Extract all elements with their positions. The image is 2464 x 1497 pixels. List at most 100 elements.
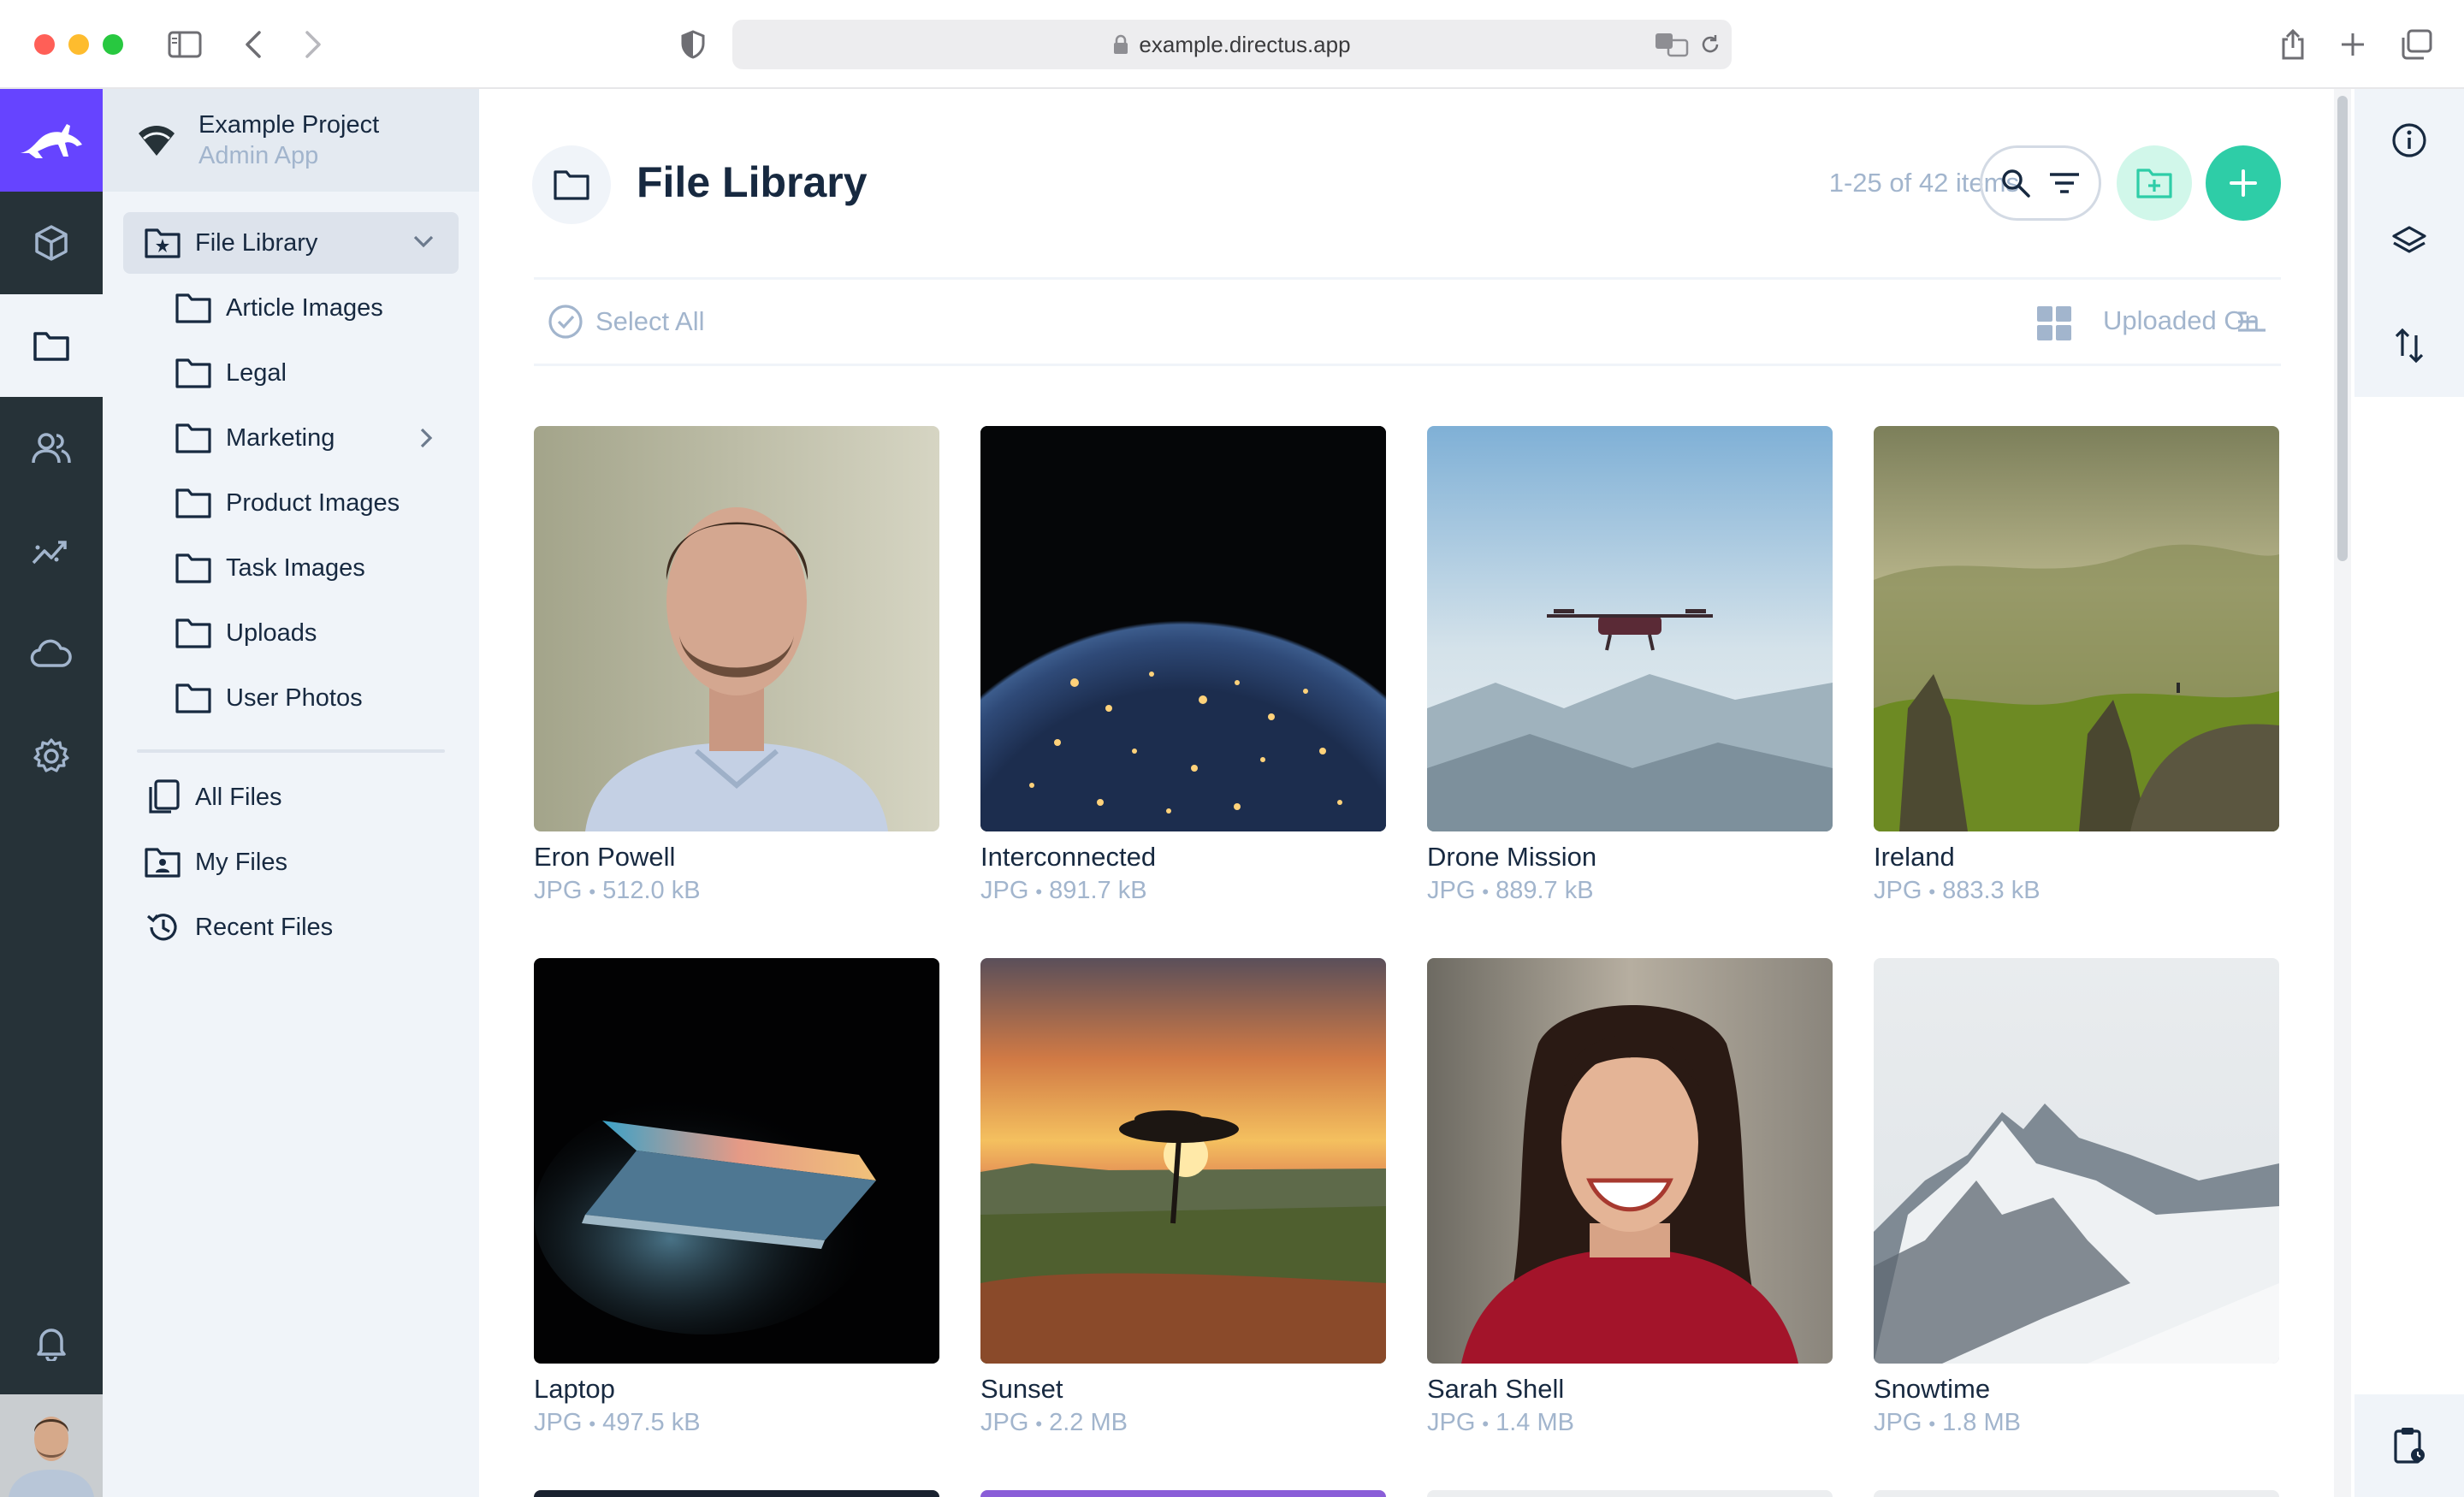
file-size: 1.8 MB [1942,1409,2021,1436]
file-title: Laptop [534,1374,615,1404]
folder-icon [175,419,212,457]
folder-label: User Photos [226,683,363,712]
grid-view-icon[interactable] [2036,305,2072,341]
file-card[interactable]: Interconnected JPG • 891.7 kB [980,426,1386,908]
chevron-right-icon[interactable] [419,427,433,449]
file-thumbnail [980,426,1386,831]
nav-folder-uploads[interactable]: Uploads [175,602,317,664]
nav-divider [137,749,445,753]
file-meta: JPG • 497.5 kB [534,1406,939,1441]
search-filter-group [1980,145,2101,221]
file-card[interactable]: Sunset JPG • 2.2 MB [980,958,1386,1441]
user-avatar[interactable] [0,1394,103,1497]
nav-folder-legal[interactable]: Legal [175,342,287,404]
file-title: Ireland [1874,842,1955,872]
nav-folder-marketing[interactable]: Marketing [175,407,459,469]
url-text: example.directus.app [1139,31,1351,57]
nav-my-files[interactable]: My Files [144,831,287,893]
file-card[interactable]: Sarah Shell JPG • 1.4 MB [1427,958,1833,1441]
nav-item-label: File Library [195,228,318,257]
file-type: JPG [980,877,1029,904]
upload-file-button[interactable] [2206,145,2281,221]
file-library-main: File Library 1-25 of 42 items Select All… [479,89,2334,1497]
file-card[interactable]: Laptop JPG • 497.5 kB [534,958,939,1441]
users-module-icon[interactable] [0,397,103,500]
file-size: 891.7 kB [1049,877,1147,904]
insights-module-icon[interactable] [0,500,103,602]
share-icon[interactable] [2269,22,2317,67]
module-bar [0,89,103,1497]
file-card[interactable]: Ireland JPG • 883.3 kB [1874,426,2279,908]
bullet-separator: • [1482,1413,1490,1435]
layers-icon[interactable] [2354,192,2464,294]
settings-gear-icon[interactable] [0,705,103,808]
tab-overview-icon[interactable] [2392,22,2440,67]
folder-icon [175,679,212,717]
translate-icon[interactable] [1655,32,1689,57]
cloud-module-icon[interactable] [0,602,103,705]
file-type: JPG [534,877,583,904]
file-meta: JPG • 1.4 MB [1427,1406,1833,1441]
close-window-button[interactable] [34,34,55,55]
file-size: 512.0 kB [602,877,701,904]
file-thumbnail [1427,958,1833,1364]
select-all-button[interactable]: Select All [548,304,705,340]
chevron-down-icon[interactable] [412,234,435,248]
folder-icon [532,145,611,224]
nav-all-files[interactable]: All Files [144,766,282,828]
file-thumbnail [980,958,1386,1364]
reload-icon[interactable] [1699,33,1721,56]
clipboard-clock-icon[interactable] [2354,1394,2464,1497]
bullet-separator: • [1928,881,1936,902]
search-icon[interactable] [2000,168,2031,198]
sidebar-toggle-icon[interactable] [161,22,209,67]
minimize-window-button[interactable] [68,34,89,55]
file-thumbnail[interactable] [980,1490,1386,1497]
folder-icon [175,289,212,327]
nav-recent-files[interactable]: Recent Files [144,896,333,958]
nav-folder-product-images[interactable]: Product Images [175,472,400,534]
back-icon[interactable] [229,22,277,67]
scrollbar-thumb[interactable] [2337,96,2348,561]
file-thumbnail [1874,426,2279,831]
directus-logo[interactable] [0,89,103,192]
folder-label: Legal [226,358,287,387]
right-sidebar [2334,89,2464,1497]
file-card[interactable]: Snowtime JPG • 1.8 MB [1874,958,2279,1441]
file-card[interactable]: Eron Powell JPG • 512.0 kB [534,426,939,908]
filter-icon[interactable] [2048,171,2081,195]
create-folder-button[interactable] [2117,145,2192,221]
project-info[interactable]: Example Project Admin App [103,89,479,192]
nav-folder-task-images[interactable]: Task Images [175,537,365,599]
lock-icon [1114,34,1128,54]
privacy-shield-icon[interactable] [669,22,717,67]
address-bar[interactable]: example.directus.app [732,20,1732,69]
file-title: Sarah Shell [1427,1374,1565,1404]
sort-direction-icon[interactable] [2236,309,2267,334]
folder-label: Article Images [226,293,383,322]
file-size: 2.2 MB [1049,1409,1128,1436]
file-thumbnail[interactable] [534,1490,939,1497]
file-type: JPG [534,1409,583,1436]
notifications-bell-icon[interactable] [0,1292,103,1394]
folder-label: Marketing [226,423,335,452]
content-module-icon[interactable] [0,192,103,294]
scrollbar-track[interactable] [2334,89,2351,1497]
select-all-label: Select All [595,306,705,336]
zoom-window-button[interactable] [103,34,123,55]
files-copy-icon [144,778,181,816]
files-module-icon[interactable] [0,294,103,397]
folder-label: Product Images [226,488,400,517]
page-title: File Library [637,158,868,206]
file-thumbnail[interactable] [1874,1490,2279,1497]
new-tab-icon[interactable] [2329,22,2377,67]
folder-label: Task Images [226,553,365,582]
nav-folder-article-images[interactable]: Article Images [175,277,383,339]
import-export-icon[interactable] [2354,294,2464,397]
nav-item-file-library[interactable]: File Library [144,212,459,274]
file-thumbnail[interactable] [1427,1490,1833,1497]
forward-icon[interactable] [289,22,337,67]
info-icon[interactable] [2354,89,2464,192]
file-card[interactable]: Drone Mission JPG • 889.7 kB [1427,426,1833,908]
nav-folder-user-photos[interactable]: User Photos [175,667,363,729]
